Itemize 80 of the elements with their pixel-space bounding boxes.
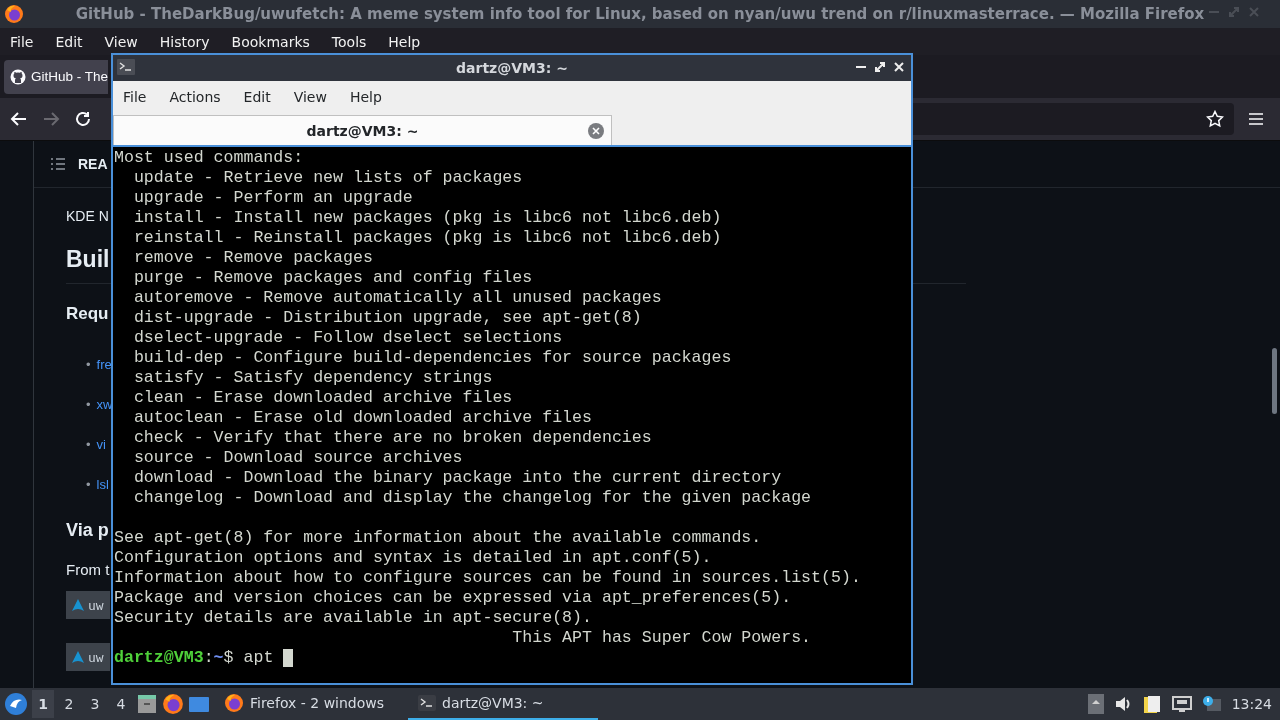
- subheading: Requ: [66, 304, 109, 324]
- window-title: GitHub - TheDarkBug/uwufetch: A meme system info tool for Linux, based on nyan/uwu trend on r/linuxmasterrace. — Mozilla Firefox: [75, 5, 1205, 23]
- bullet: •: [86, 356, 91, 372]
- terminal-output-line: remove - Remove packages: [132, 248, 374, 268]
- package-badge[interactable]: uw: [66, 591, 110, 619]
- requirement-link[interactable]: vi: [96, 436, 106, 452]
- file-cabinet-icon[interactable]: [136, 693, 158, 715]
- back-arrow-icon[interactable]: [10, 110, 28, 128]
- terminal-output-line: upgrade - Perform an upgrade: [132, 188, 414, 208]
- terminal-output-line: autoclean - Erase old downloaded archive files: [132, 408, 593, 428]
- terminal-output-line: clean - Erase downloaded archive files: [132, 388, 514, 408]
- desktop-switcher[interactable]: 3: [84, 690, 106, 718]
- paragraph: From t: [66, 561, 110, 578]
- terminal-output-line: Security details are available in apt-secure(8).: [114, 608, 593, 628]
- menu-item[interactable]: Tools: [325, 33, 374, 50]
- section-title: REA: [78, 156, 108, 172]
- terminal-output-line: Information about how to configure sources can be found in sources.list(5).: [114, 568, 862, 588]
- window-title: dartz@VM3: ~: [456, 60, 568, 76]
- star-icon[interactable]: [1206, 110, 1224, 128]
- clipboard-icon[interactable]: [1141, 694, 1162, 714]
- terminal-tab[interactable]: dartz@VM3: ~: [113, 115, 612, 145]
- terminal-output-line: reinstall - Reinstall packages (pkg is libc6 not libc6.deb): [132, 228, 723, 248]
- terminal-output-line: changelog - Download and display the changelog for the given package: [132, 488, 813, 508]
- taskbar-task[interactable]: Firefox - 2 windows: [214, 688, 404, 720]
- terminal-output-line: Package and version choices can be expressed via apt_preferences(5).: [114, 588, 793, 608]
- bullet: •: [86, 476, 91, 492]
- menu-item[interactable]: View: [293, 88, 327, 105]
- firefox-icon[interactable]: [4, 4, 24, 24]
- desktop-switcher[interactable]: 1: [32, 690, 54, 718]
- terminal-output-line: download - Download the binary package into the current directory: [132, 468, 783, 488]
- terminal-output-line: autoremove - Remove automatically all unused packages: [132, 288, 663, 308]
- menu-item[interactable]: History: [153, 33, 217, 50]
- menu-icon[interactable]: [1248, 112, 1264, 126]
- desktop-switcher[interactable]: 2: [58, 690, 80, 718]
- clock: 13:24: [1231, 696, 1272, 712]
- menu-item[interactable]: File: [4, 33, 41, 50]
- terminal-output-line: purge - Remove packages and config files: [132, 268, 534, 288]
- firefox-icon[interactable]: [224, 693, 244, 713]
- terminal-output-line: update - Retrieve new lists of packages: [132, 168, 524, 188]
- notification-icon[interactable]: [1201, 695, 1222, 713]
- requirement-link[interactable]: lsl: [96, 476, 109, 492]
- taskbar-task[interactable]: dartz@VM3: ~: [408, 688, 598, 720]
- requirement-link[interactable]: fre: [96, 356, 112, 372]
- terminal-output-line: dist-upgrade - Distribution upgrade, see apt-get(8): [132, 308, 643, 328]
- reload-icon[interactable]: [74, 110, 92, 128]
- terminal-output-line: source - Download source archives: [132, 448, 464, 468]
- desktop-switcher[interactable]: 4: [110, 690, 132, 718]
- bullet: •: [86, 396, 91, 412]
- command-prompt[interactable]: dartz@VM3:~$ apt: [114, 648, 911, 668]
- firefox-icon[interactable]: [162, 693, 184, 715]
- terminal-output-line: Configuration options and syntax is detailed in apt.conf(5).: [114, 548, 713, 568]
- list-icon[interactable]: [50, 157, 66, 171]
- menu-item[interactable]: Help: [349, 88, 382, 105]
- octocat-icon: [10, 68, 26, 85]
- terminal-output-line: See apt-get(8) for more information about the available commands.: [114, 528, 763, 548]
- package-badge[interactable]: uw: [66, 643, 110, 671]
- bullet: •: [86, 436, 91, 452]
- start-menu-icon[interactable]: [4, 692, 28, 716]
- subheading: Via p: [66, 520, 109, 541]
- menu-item[interactable]: Edit: [243, 88, 271, 105]
- paragraph: KDE N: [66, 208, 109, 224]
- menu-item[interactable]: Bookmarks: [225, 33, 317, 50]
- speaker-icon[interactable]: [1113, 695, 1132, 713]
- terminal-output-line: This APT has Super Cow Powers.: [511, 628, 813, 648]
- menu-item[interactable]: View: [98, 33, 145, 50]
- terminal-output-line: dselect-upgrade - Follow dselect selections: [132, 328, 564, 348]
- menu-item[interactable]: Help: [382, 33, 428, 50]
- menu-item[interactable]: Actions: [169, 88, 221, 105]
- network-icon[interactable]: [1171, 695, 1192, 713]
- terminal-output-line: build-dep - Configure build-dependencies for source packages: [132, 348, 733, 368]
- heading: Buil: [66, 246, 110, 273]
- terminal-output-line: install - Install new packages (pkg is libc6 not libc6.deb): [132, 208, 723, 228]
- terminal-output-line: check - Verify that there are no broken dependencies: [132, 428, 653, 448]
- terminal-icon: [117, 59, 135, 75]
- terminal-icon: [418, 695, 436, 711]
- terminal-output-line: satisfy - Satisfy dependency strings: [132, 368, 494, 388]
- browser-tab[interactable]: GitHub - The: [4, 59, 109, 94]
- menu-item[interactable]: Edit: [49, 33, 90, 50]
- menu-item[interactable]: File: [123, 88, 147, 105]
- terminal-output-line: Most used commands:: [114, 148, 305, 168]
